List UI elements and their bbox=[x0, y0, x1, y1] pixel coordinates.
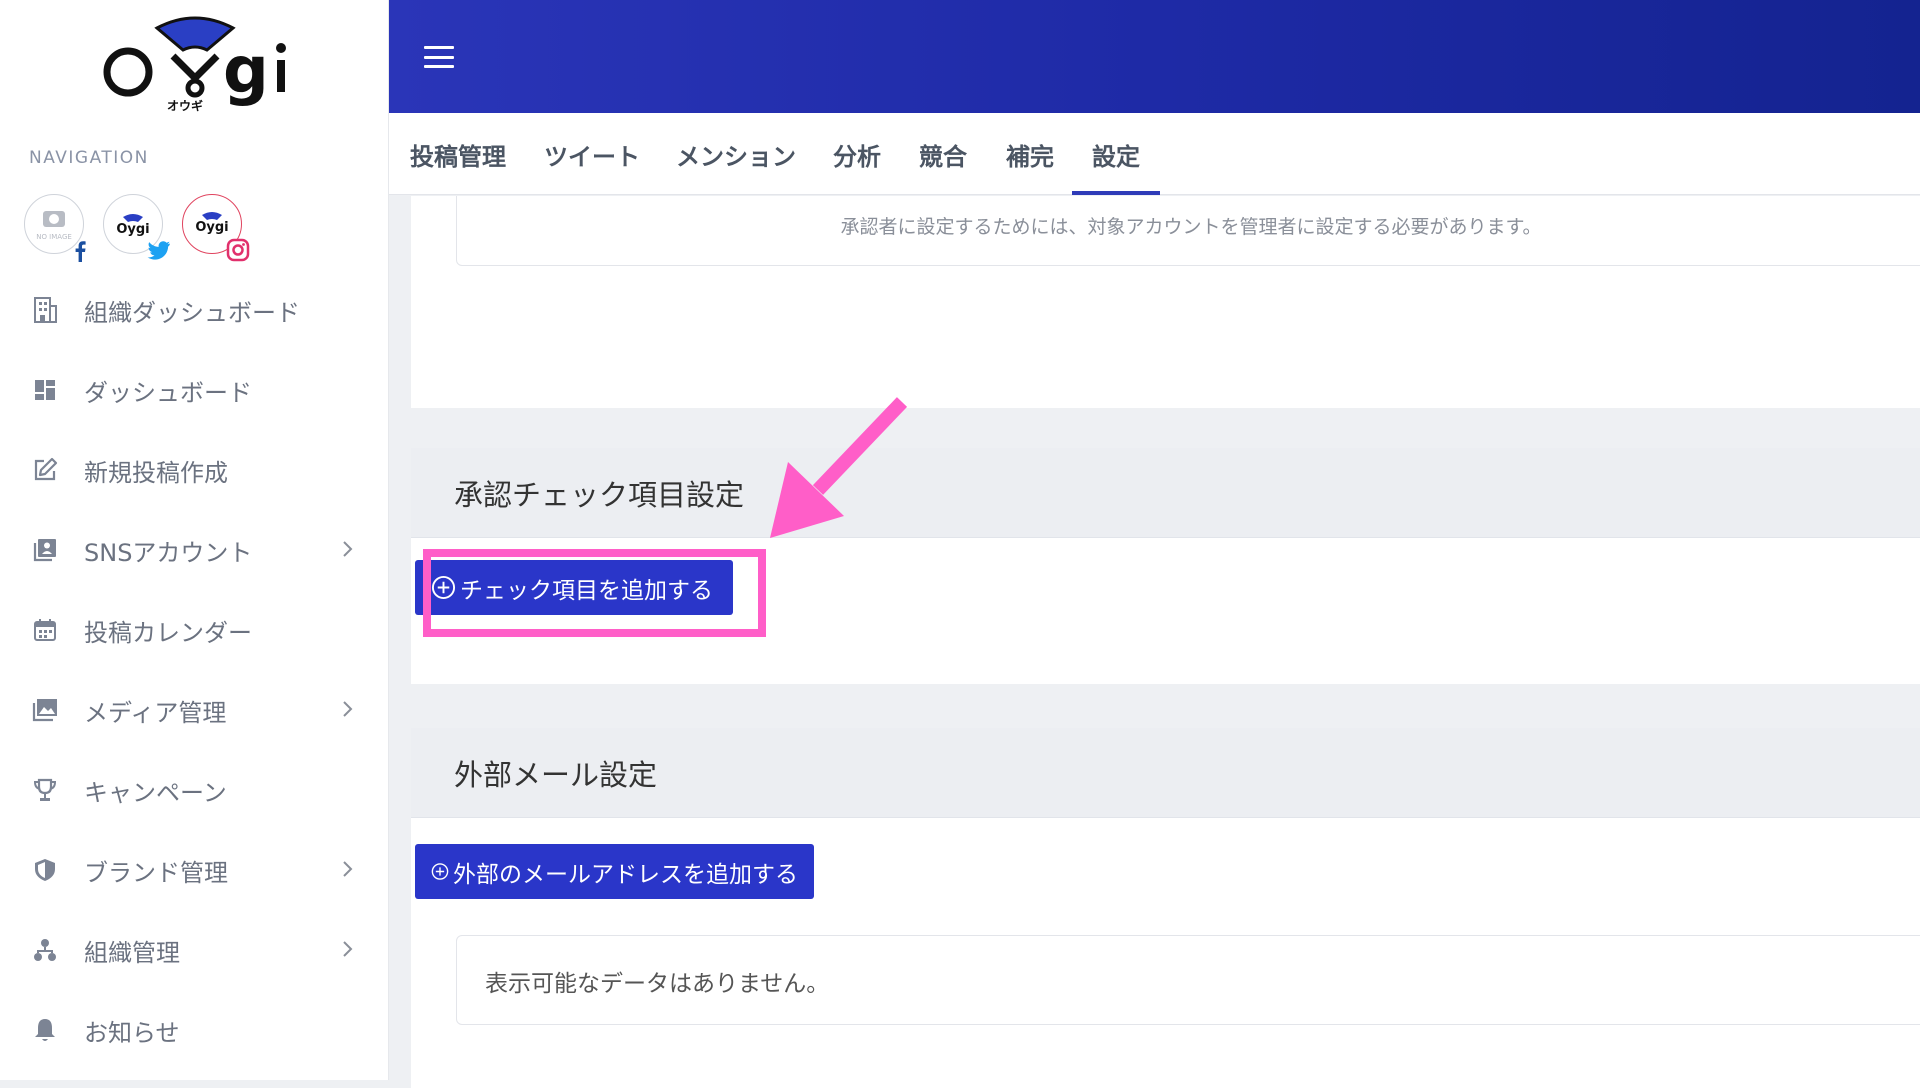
facebook-account[interactable]: NO IMAGE bbox=[24, 194, 86, 262]
instagram-account[interactable]: Oygi bbox=[182, 194, 250, 262]
sidebar-item-campaign[interactable]: キャンペーン bbox=[0, 750, 389, 830]
sidebar-item-label: お知らせ bbox=[84, 1018, 180, 1047]
tab-tweets[interactable]: ツイート bbox=[544, 113, 640, 195]
edit-icon bbox=[32, 457, 58, 483]
tab-competitors[interactable]: 競合 bbox=[919, 113, 967, 195]
building-icon bbox=[32, 297, 58, 323]
svg-text:Oygi: Oygi bbox=[116, 222, 149, 237]
oygi-logo[interactable]: g オウギ bbox=[95, 8, 295, 112]
sidebar-item-label: 投稿カレンダー bbox=[84, 618, 252, 647]
sidebar-item-label: 組織管理 bbox=[84, 938, 180, 967]
twitter-icon bbox=[147, 241, 170, 260]
top-bar bbox=[389, 0, 1920, 113]
sidebar-item-brand[interactable]: ブランド管理 bbox=[0, 830, 389, 910]
tab-mentions[interactable]: メンション bbox=[676, 113, 796, 195]
image-icon bbox=[32, 697, 58, 723]
approval-check-title: 承認チェック項目設定 bbox=[454, 478, 745, 512]
approver-note-box: 承認者に設定するためには、対象アカウントを管理者に設定する必要があります。 bbox=[456, 196, 1920, 266]
plus-circle-icon bbox=[431, 575, 456, 600]
svg-text:Oygi: Oygi bbox=[195, 220, 228, 235]
sidebar-item-label: 新規投稿作成 bbox=[84, 458, 228, 487]
tab-settings[interactable]: 設定 bbox=[1072, 113, 1160, 195]
sidebar: g オウギ NAVIGATION NO IMAGE Oygi Oygi 組織ダッ… bbox=[0, 0, 389, 1080]
sidebar-item-notifications[interactable]: お知らせ bbox=[0, 990, 389, 1070]
navigation-heading: NAVIGATION bbox=[29, 148, 149, 168]
svg-text:NO IMAGE: NO IMAGE bbox=[36, 233, 72, 241]
card-header: 外部メール設定 bbox=[411, 728, 1920, 818]
external-mail-card: 外部メール設定 表示可能なデータはありません。 bbox=[411, 728, 1920, 1088]
dashboard-icon bbox=[32, 377, 58, 403]
menu-toggle-icon[interactable] bbox=[424, 46, 454, 68]
sidebar-item-label: SNSアカウント bbox=[84, 538, 253, 567]
sidebar-item-label: ダッシュボード bbox=[84, 378, 252, 407]
bell-icon bbox=[32, 1017, 58, 1043]
account-list: NO IMAGE Oygi Oygi bbox=[24, 194, 250, 262]
sidebar-item-label: キャンペーン bbox=[84, 778, 227, 807]
sidebar-item-dashboard[interactable]: ダッシュボード bbox=[0, 350, 389, 430]
external-mail-empty-state: 表示可能なデータはありません。 bbox=[456, 935, 1920, 1025]
chevron-right-icon[interactable] bbox=[336, 538, 358, 560]
chevron-right-icon[interactable] bbox=[336, 698, 358, 720]
instagram-icon bbox=[226, 238, 250, 262]
svg-text:g: g bbox=[223, 34, 269, 108]
trophy-icon bbox=[32, 777, 58, 803]
external-mail-title: 外部メール設定 bbox=[454, 758, 658, 792]
empty-text: 表示可能なデータはありません。 bbox=[485, 971, 830, 997]
facebook-icon bbox=[75, 241, 86, 262]
sidebar-item-new-post[interactable]: 新規投稿作成 bbox=[0, 430, 389, 510]
approver-card: 承認者に設定するためには、対象アカウントを管理者に設定する必要があります。 bbox=[411, 196, 1920, 408]
shield-icon bbox=[32, 857, 58, 883]
logo-kana: オウギ bbox=[167, 98, 203, 112]
settings-content: 承認者に設定するためには、対象アカウントを管理者に設定する必要があります。 承認… bbox=[389, 196, 1920, 1088]
add-external-mail-button[interactable]: 外部のメールアドレスを追加する bbox=[415, 844, 814, 899]
approver-note: 承認者に設定するためには、対象アカウントを管理者に設定する必要があります。 bbox=[840, 216, 1542, 238]
tab-bar: 投稿管理 ツイート メンション 分析 競合 補完 設定 bbox=[389, 113, 1920, 195]
sidebar-item-media[interactable]: メディア管理 bbox=[0, 670, 389, 750]
tab-supplement[interactable]: 補完 bbox=[1006, 113, 1054, 195]
sidebar-item-org-dashboard[interactable]: 組織ダッシュボード bbox=[0, 270, 389, 350]
sidebar-item-label: ブランド管理 bbox=[84, 858, 228, 887]
chevron-right-icon[interactable] bbox=[336, 938, 358, 960]
chevron-right-icon[interactable] bbox=[336, 858, 358, 880]
twitter-account[interactable]: Oygi bbox=[103, 194, 170, 260]
sidebar-item-post-calendar[interactable]: 投稿カレンダー bbox=[0, 590, 389, 670]
org-chart-icon bbox=[32, 937, 58, 963]
tab-post-management[interactable]: 投稿管理 bbox=[410, 113, 506, 195]
sidebar-item-label: メディア管理 bbox=[84, 698, 227, 727]
sidebar-item-organization[interactable]: 組織管理 bbox=[0, 910, 389, 990]
add-check-item-button[interactable]: チェック項目を追加する bbox=[415, 560, 733, 615]
tab-analytics[interactable]: 分析 bbox=[833, 113, 881, 195]
account-card-icon bbox=[32, 537, 58, 563]
sidebar-item-sns-accounts[interactable]: SNSアカウント bbox=[0, 510, 389, 590]
nav-list: 組織ダッシュボード ダッシュボード 新規投稿作成 SNSアカウント 投稿カレンダ… bbox=[0, 270, 389, 1070]
sidebar-item-label: 組織ダッシュボード bbox=[84, 298, 300, 327]
add-external-mail-label: 外部のメールアドレスを追加する bbox=[453, 860, 798, 887]
plus-circle-icon bbox=[431, 863, 449, 880]
calendar-icon bbox=[32, 617, 58, 643]
add-check-item-label: チェック項目を追加する bbox=[460, 576, 713, 603]
card-header: 承認チェック項目設定 bbox=[411, 448, 1920, 538]
